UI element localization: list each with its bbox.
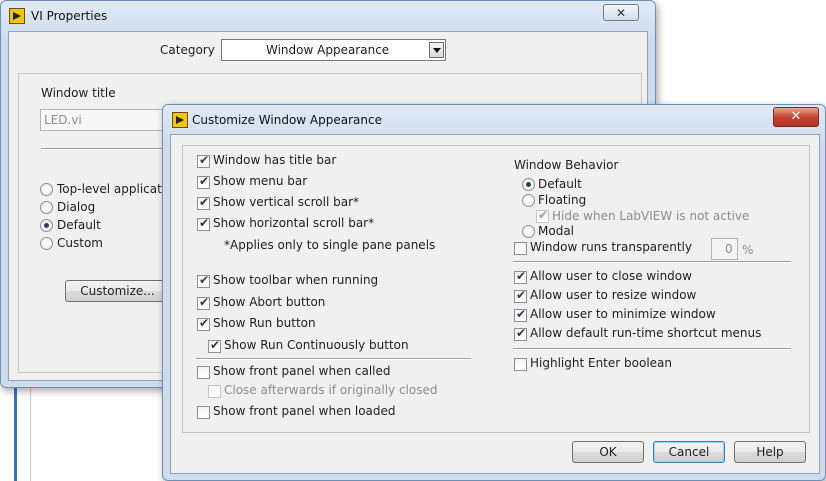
- allow-resize-label: Allow user to resize window: [530, 288, 697, 302]
- menu-bar-checkbox[interactable]: [197, 174, 210, 189]
- allow-resize-checkbox[interactable]: [514, 288, 527, 303]
- window-title-field[interactable]: LED.vi: [40, 109, 180, 131]
- transparency-field[interactable]: 0: [711, 238, 738, 260]
- right-divider: [513, 261, 791, 263]
- vi-properties-title: VI Properties: [31, 9, 108, 23]
- hide-labview-label: Hide when LabVIEW is not active: [552, 209, 750, 223]
- radio-default[interactable]: [40, 219, 53, 232]
- run-checkbox[interactable]: [197, 316, 210, 331]
- transparency-value: 0: [725, 242, 733, 256]
- category-value: Window Appearance: [266, 43, 390, 57]
- hscroll-label: Show horizontal scroll bar*: [213, 216, 375, 230]
- behavior-modal-label: Modal: [538, 224, 574, 238]
- dialog-title: Customize Window Appearance: [192, 113, 382, 127]
- vscroll-checkbox[interactable]: [197, 195, 210, 210]
- run-continuously-checkbox[interactable]: [208, 338, 221, 353]
- close-icon[interactable]: ✕: [603, 4, 639, 21]
- right-divider-2: [513, 348, 791, 350]
- radio-custom-label: Custom: [57, 236, 103, 250]
- background-divider: [30, 385, 31, 481]
- radio-top-level-label: Top-level applicatio: [57, 182, 173, 196]
- front-called-label: Show front panel when called: [213, 364, 391, 378]
- behavior-default-radio[interactable]: [522, 178, 535, 191]
- left-divider: [196, 358, 471, 360]
- allow-shortcuts-label: Allow default run-time shortcut menus: [530, 326, 762, 340]
- radio-dialog[interactable]: [40, 201, 53, 214]
- vscroll-label: Show vertical scroll bar*: [213, 195, 359, 209]
- behavior-floating-radio[interactable]: [522, 194, 535, 207]
- window-behavior-label: Window Behavior: [514, 158, 619, 172]
- radio-dialog-label: Dialog: [57, 200, 96, 214]
- hide-labview-checkbox[interactable]: [536, 208, 549, 223]
- window-title-label: Window title: [41, 86, 116, 100]
- category-dropdown[interactable]: Window Appearance: [221, 39, 446, 61]
- dialog-client: Window has title bar Show menu bar Show …: [170, 134, 820, 474]
- behavior-floating-label: Floating: [538, 193, 587, 207]
- abort-checkbox[interactable]: [197, 295, 210, 310]
- allow-shortcuts-checkbox[interactable]: [514, 326, 527, 341]
- menu-bar-label: Show menu bar: [213, 174, 308, 188]
- title-bar-checkbox[interactable]: [197, 153, 210, 168]
- labview-app-icon: [172, 112, 188, 128]
- close-afterwards-checkbox[interactable]: [208, 385, 221, 398]
- radio-custom[interactable]: [40, 237, 53, 250]
- behavior-default-label: Default: [538, 177, 582, 191]
- transparent-label: Window runs transparently: [530, 240, 692, 254]
- background-window-edge: [14, 380, 17, 481]
- customize-button[interactable]: Customize...: [65, 280, 170, 302]
- radio-default-label: Default: [57, 218, 101, 232]
- run-continuously-label: Show Run Continuously button: [224, 338, 409, 352]
- close-afterwards-label: Close afterwards if originally closed: [224, 383, 438, 397]
- divider: [41, 148, 181, 150]
- help-button[interactable]: Help: [734, 441, 806, 463]
- toolbar-label: Show toolbar when running: [213, 273, 379, 287]
- customize-window-appearance-dialog: Customize Window Appearance ✕ Window has…: [162, 104, 826, 481]
- allow-close-label: Allow user to close window: [530, 269, 692, 283]
- transparent-checkbox[interactable]: [514, 242, 527, 255]
- labview-app-icon: [9, 8, 25, 24]
- toolbar-checkbox[interactable]: [197, 273, 210, 288]
- front-loaded-checkbox[interactable]: [197, 406, 210, 419]
- category-label: Category: [160, 43, 215, 57]
- single-pane-note: *Applies only to single pane panels: [224, 238, 436, 252]
- front-loaded-label: Show front panel when loaded: [213, 404, 396, 418]
- cancel-button[interactable]: Cancel: [653, 441, 725, 463]
- allow-minimize-checkbox[interactable]: [514, 307, 527, 322]
- title-bar-label: Window has title bar: [213, 153, 337, 167]
- front-called-checkbox[interactable]: [197, 366, 210, 379]
- allow-close-checkbox[interactable]: [514, 269, 527, 284]
- allow-minimize-label: Allow user to minimize window: [530, 307, 716, 321]
- chevron-down-icon[interactable]: [429, 42, 444, 58]
- highlight-enter-label: Highlight Enter boolean: [530, 356, 672, 370]
- radio-top-level[interactable]: [40, 183, 53, 196]
- abort-label: Show Abort button: [213, 295, 326, 309]
- close-icon[interactable]: ✕: [773, 107, 819, 127]
- ok-button[interactable]: OK: [572, 441, 644, 463]
- percent-label: %: [742, 243, 754, 257]
- run-label: Show Run button: [213, 316, 316, 330]
- window-title-value: LED.vi: [44, 113, 82, 127]
- highlight-enter-checkbox[interactable]: [514, 358, 527, 371]
- behavior-modal-radio[interactable]: [522, 225, 535, 238]
- hscroll-checkbox[interactable]: [197, 216, 210, 231]
